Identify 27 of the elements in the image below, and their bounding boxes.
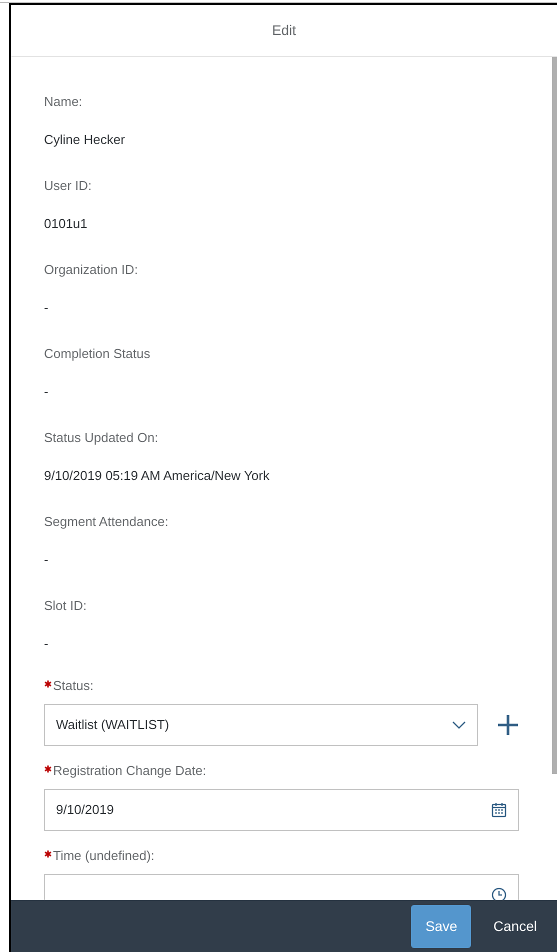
field-value: - bbox=[44, 383, 50, 401]
field-value: 9/10/2019 05:19 AM America/New York bbox=[44, 467, 270, 485]
field-label: Slot ID: bbox=[44, 597, 88, 615]
field-label: Status: bbox=[53, 677, 94, 695]
plus-icon[interactable] bbox=[497, 714, 519, 736]
scrollbar[interactable] bbox=[552, 57, 557, 774]
field-label: Completion Status bbox=[44, 345, 152, 363]
field-label: Status Updated On: bbox=[44, 429, 160, 447]
field-value: Cyline Hecker bbox=[44, 131, 126, 149]
field-label: Segment Attendance: bbox=[44, 513, 170, 531]
calendar-icon bbox=[491, 802, 507, 818]
field-value: 0101u1 bbox=[44, 215, 88, 233]
chevron-down-icon bbox=[452, 721, 466, 729]
date-field[interactable]: 9/10/2019 bbox=[44, 789, 519, 831]
dialog-title: Edit bbox=[272, 21, 296, 40]
field-value: Waitlist (WAITLIST) bbox=[56, 716, 170, 734]
field-label: Registration Change Date: bbox=[53, 762, 206, 780]
field-label: Time (undefined): bbox=[53, 847, 154, 865]
cancel-button[interactable]: Cancel bbox=[481, 904, 549, 948]
status-select[interactable]: Waitlist (WAITLIST) bbox=[44, 704, 478, 746]
field-value: - bbox=[44, 299, 50, 317]
field-label: Name: bbox=[44, 93, 84, 111]
field-value: - bbox=[44, 551, 50, 569]
field-value: - bbox=[44, 635, 50, 653]
field-label: Organization ID: bbox=[44, 261, 139, 279]
field-value: 9/10/2019 bbox=[56, 801, 114, 820]
field-label: User ID: bbox=[44, 177, 93, 195]
